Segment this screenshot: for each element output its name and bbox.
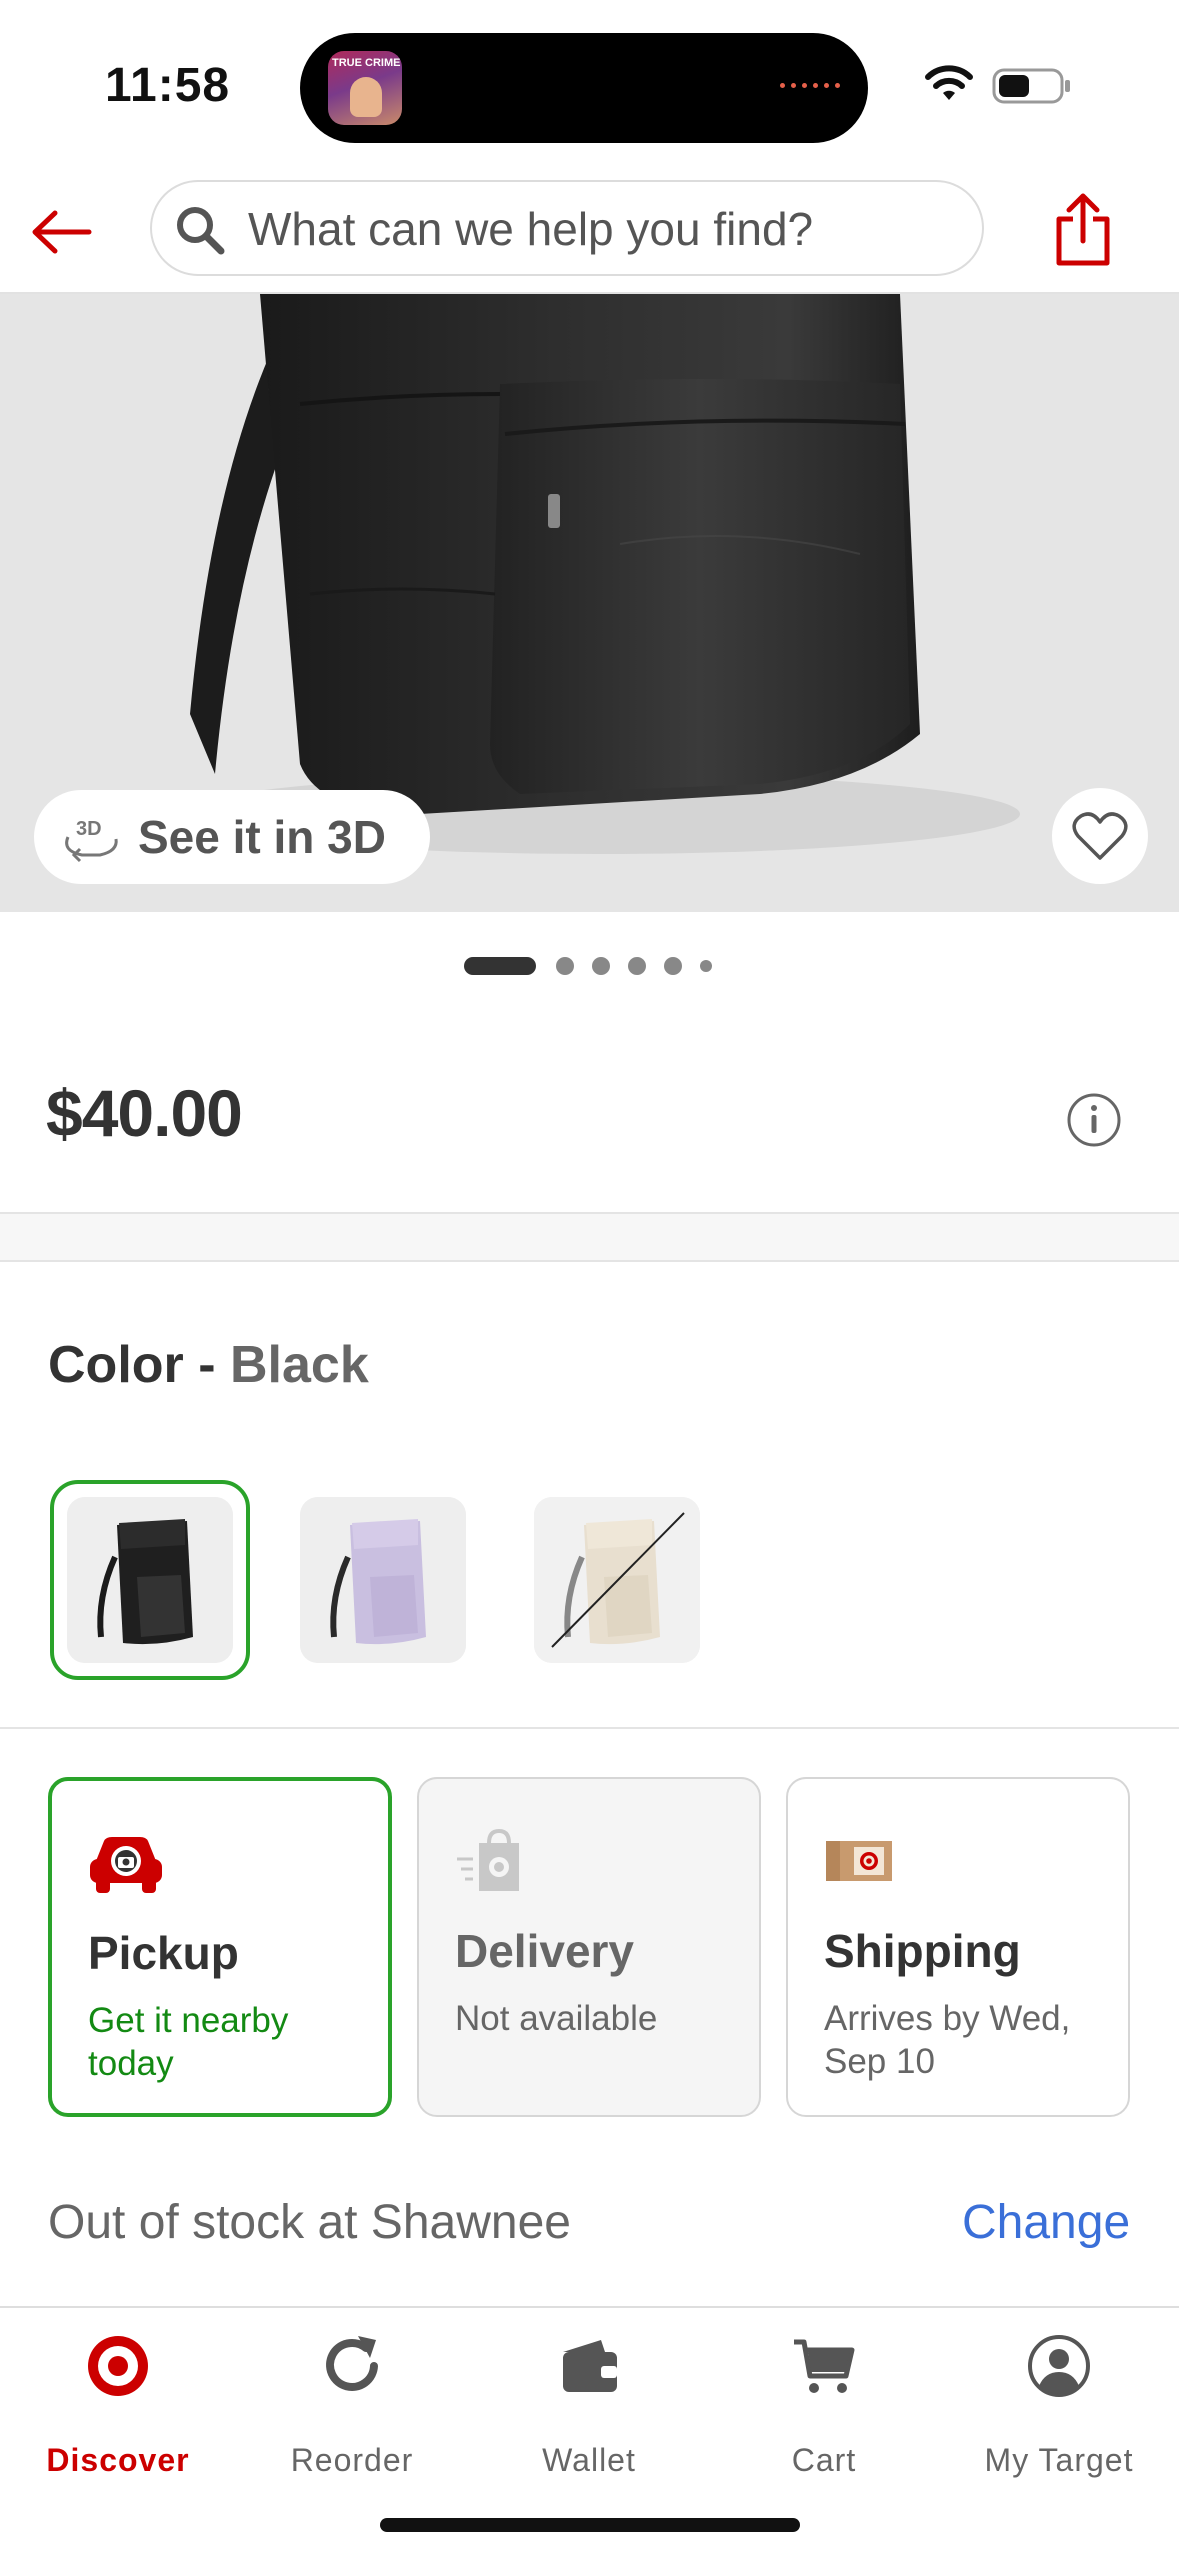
color-swatch-lavender[interactable] bbox=[283, 1480, 483, 1680]
fulfillment-pickup-card[interactable]: Pickup Get it nearby today bbox=[48, 1777, 392, 2117]
pickup-title: Pickup bbox=[88, 1927, 239, 1979]
price-info-icon[interactable] bbox=[1066, 1092, 1122, 1148]
nav-label: Discover bbox=[46, 2442, 190, 2478]
nav-label: My Target bbox=[984, 2442, 1134, 2478]
swatch-image-black bbox=[67, 1497, 233, 1663]
search-bar[interactable] bbox=[150, 180, 984, 276]
shipping-title: Shipping bbox=[824, 1925, 1021, 1977]
divider bbox=[0, 1727, 1179, 1729]
delivery-subtitle: Not available bbox=[455, 1999, 658, 2038]
shipping-box-icon bbox=[826, 1841, 892, 1881]
carousel-dot bbox=[628, 957, 646, 975]
product-price: $40.00 bbox=[46, 1076, 243, 1150]
audio-waveform-icon bbox=[780, 83, 840, 88]
arrow-left-icon bbox=[32, 210, 92, 254]
nav-discover[interactable]: Discover bbox=[3, 2332, 233, 2482]
delivery-bag-icon bbox=[457, 1829, 519, 1891]
carousel-dot bbox=[592, 957, 610, 975]
account-icon bbox=[1028, 2335, 1090, 2397]
swatch-image-lavender bbox=[300, 1497, 466, 1663]
see-in-3d-label: See it in 3D bbox=[138, 811, 386, 863]
delivery-title: Delivery bbox=[455, 1925, 635, 1977]
reorder-icon bbox=[326, 2336, 378, 2391]
heart-icon bbox=[1072, 812, 1128, 860]
product-image-carousel[interactable]: 3D See it in 3D bbox=[0, 294, 1179, 912]
nav-label: Reorder bbox=[290, 2442, 414, 2478]
carousel-dot bbox=[556, 957, 574, 975]
battery-icon bbox=[992, 68, 1070, 104]
carousel-pagination[interactable] bbox=[464, 956, 730, 976]
search-input[interactable] bbox=[248, 196, 948, 262]
target-logo-icon bbox=[88, 2336, 148, 2396]
now-playing-thumbnail: TRUE CRIME bbox=[328, 51, 402, 125]
3d-rotate-icon: 3D bbox=[65, 818, 118, 863]
cart-icon bbox=[794, 2339, 855, 2393]
nav-label: Wallet bbox=[542, 2442, 636, 2478]
nav-my-target[interactable]: My Target bbox=[944, 2332, 1174, 2482]
fulfillment-delivery-card[interactable]: Delivery Not available bbox=[417, 1777, 761, 2117]
header bbox=[0, 170, 1179, 294]
pickup-subtitle: Get it nearby today bbox=[88, 2001, 289, 2083]
svg-text:3D: 3D bbox=[76, 818, 102, 840]
favorite-button[interactable] bbox=[1052, 788, 1148, 884]
color-heading: Color - Black bbox=[48, 1336, 369, 1394]
nav-wallet[interactable]: Wallet bbox=[474, 2332, 704, 2482]
carousel-dot-active bbox=[464, 957, 536, 975]
home-indicator[interactable] bbox=[380, 2518, 800, 2532]
fulfillment-shipping-card[interactable]: Shipping Arrives by Wed, Sep 10 bbox=[786, 1777, 1130, 2117]
now-playing-label: TRUE CRIME bbox=[332, 57, 401, 69]
carousel-dot bbox=[664, 957, 682, 975]
nav-cart[interactable]: Cart bbox=[709, 2332, 939, 2482]
see-in-3d-button[interactable]: 3D See it in 3D bbox=[34, 790, 430, 884]
store-stock-status: Out of stock at Shawnee bbox=[48, 2196, 571, 2249]
share-button[interactable] bbox=[1050, 186, 1116, 272]
wifi-icon bbox=[925, 65, 973, 100]
shipping-subtitle: Arrives by Wed, Sep 10 bbox=[824, 1999, 1071, 2081]
swatch-image-cream bbox=[534, 1497, 700, 1663]
change-store-link[interactable]: Change bbox=[962, 2195, 1130, 2250]
color-swatch-black[interactable] bbox=[50, 1480, 250, 1680]
share-icon bbox=[1056, 193, 1110, 266]
status-bar: 11:58 TRUE CRIME bbox=[0, 0, 1179, 170]
search-icon bbox=[177, 207, 225, 255]
back-button[interactable] bbox=[22, 194, 98, 270]
status-time: 11:58 bbox=[105, 59, 231, 112]
selected-color-value: Black bbox=[229, 1336, 369, 1394]
nav-reorder[interactable]: Reorder bbox=[237, 2332, 467, 2482]
section-separator bbox=[0, 1212, 1179, 1262]
dynamic-island[interactable]: TRUE CRIME bbox=[300, 33, 868, 143]
wallet-icon bbox=[563, 2340, 617, 2392]
nav-label: Cart bbox=[791, 2442, 857, 2478]
drive-up-car-icon bbox=[90, 1837, 162, 1893]
carousel-dot bbox=[700, 960, 712, 972]
color-swatch-cream[interactable] bbox=[517, 1480, 717, 1680]
